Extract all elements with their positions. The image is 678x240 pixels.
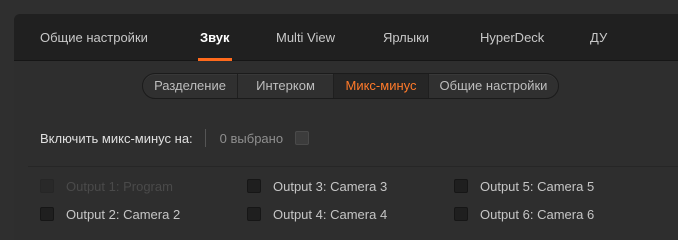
output-label: Output 2: Camera 2 xyxy=(66,206,181,222)
settings-window: Общие настройки Звук Multi View Ярлыки H… xyxy=(14,14,678,240)
output-label: Output 4: Camera 4 xyxy=(273,206,388,222)
separator xyxy=(204,129,206,147)
subtab-intercom[interactable]: Интерком xyxy=(238,74,334,98)
checkbox[interactable] xyxy=(454,207,468,221)
checkbox[interactable] xyxy=(247,179,261,193)
subtab-general-settings[interactable]: Общие настройки xyxy=(429,74,558,98)
tab-label: Multi View xyxy=(276,30,336,45)
subtab-label: Разделение xyxy=(154,78,226,93)
output-label: Output 1: Program xyxy=(66,178,173,194)
selected-count: 0 выбрано xyxy=(219,130,284,146)
subtab-label: Интерком xyxy=(256,78,315,93)
output-3-checkbox-item[interactable]: Output 3: Camera 3 xyxy=(247,176,387,196)
tab-label: Ярлыки xyxy=(383,30,430,45)
enable-mix-minus-label: Включить микс-минус на: xyxy=(40,130,193,146)
tab-labels[interactable]: Ярлыки xyxy=(383,14,429,61)
subtab-label: Общие настройки xyxy=(439,78,548,93)
tab-remote[interactable]: ДУ xyxy=(590,14,607,61)
checkbox xyxy=(40,179,54,193)
output-5-checkbox-item[interactable]: Output 5: Camera 5 xyxy=(454,176,594,196)
tab-label: ДУ xyxy=(590,30,608,45)
tab-general-settings[interactable]: Общие настройки xyxy=(40,14,148,61)
tab-audio[interactable]: Звук xyxy=(198,14,232,61)
output-1-checkbox-item: Output 1: Program xyxy=(40,176,173,196)
audio-subtab-group: Разделение Интерком Микс-минус Общие нас… xyxy=(142,73,559,99)
subtab-mix-minus[interactable]: Микс-минус xyxy=(334,74,429,98)
subtab-label: Микс-минус xyxy=(345,78,417,93)
tab-multi-view[interactable]: Multi View xyxy=(276,14,335,61)
tab-label: HyperDeck xyxy=(480,30,545,45)
tab-label: Общие настройки xyxy=(40,30,148,45)
checkbox[interactable] xyxy=(40,207,54,221)
main-tab-bar: Общие настройки Звук Multi View Ярлыки H… xyxy=(14,14,678,61)
output-label: Output 3: Camera 3 xyxy=(273,178,388,194)
tab-label: Звук xyxy=(200,30,230,45)
active-tab-indicator xyxy=(198,58,232,61)
section-divider xyxy=(28,166,678,167)
tab-hyperdeck[interactable]: HyperDeck xyxy=(480,14,544,61)
subtab-split[interactable]: Разделение xyxy=(143,74,238,98)
output-4-checkbox-item[interactable]: Output 4: Camera 4 xyxy=(247,204,387,224)
select-all-checkbox[interactable] xyxy=(295,131,310,145)
checkbox[interactable] xyxy=(454,179,468,193)
output-2-checkbox-item[interactable]: Output 2: Camera 2 xyxy=(40,204,180,224)
output-label: Output 6: Camera 6 xyxy=(480,206,595,222)
output-label: Output 5: Camera 5 xyxy=(480,178,595,194)
output-6-checkbox-item[interactable]: Output 6: Camera 6 xyxy=(454,204,594,224)
checkbox[interactable] xyxy=(247,207,261,221)
enable-mix-minus-row: Включить микс-минус на: 0 выбрано xyxy=(40,127,310,149)
